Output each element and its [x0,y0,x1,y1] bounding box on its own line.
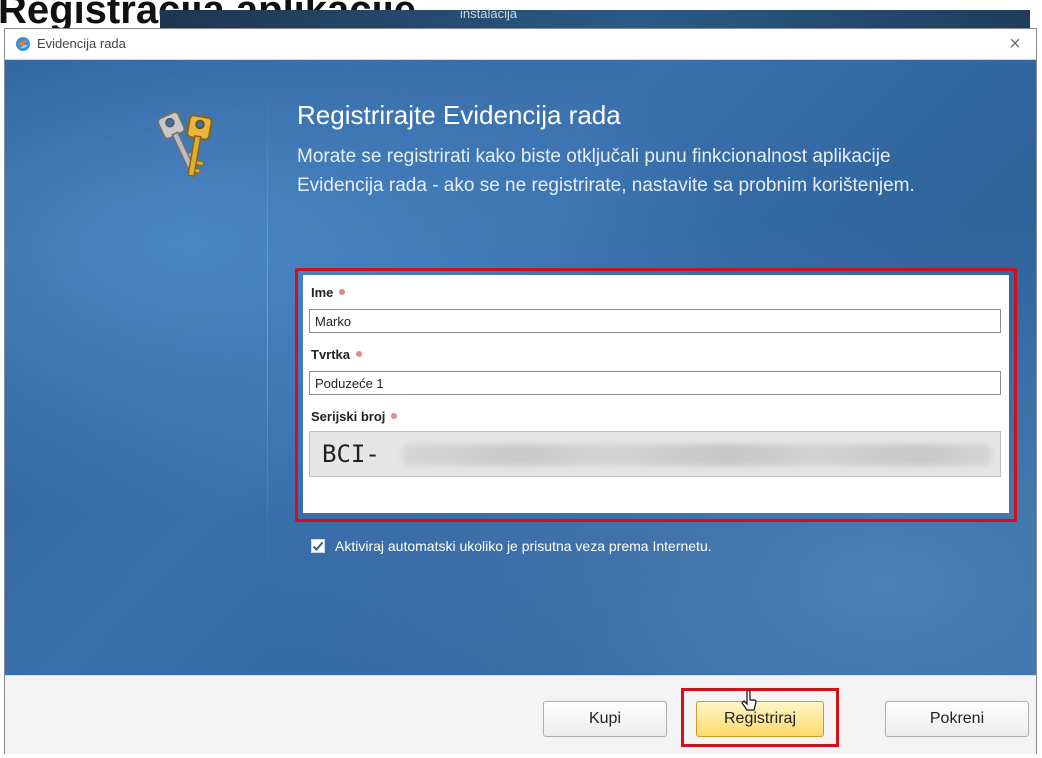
close-icon: × [1009,32,1021,55]
company-label: Tvrtka [311,347,363,362]
auto-activate-checkbox[interactable] [311,539,325,553]
window-title: Evidencija rada [37,36,126,51]
company-input[interactable] [309,371,1001,395]
dialog-heading: Registrirajte Evidencija rada [297,100,621,130]
dialog-footer: Kupi Registriraj Pokreni [5,675,1036,754]
run-button[interactable]: Pokreni [885,701,1029,737]
mouse-cursor-icon [741,690,757,711]
required-indicator [391,413,398,419]
auto-activate-row[interactable]: Aktiviraj automatski ukoliko je prisutna… [311,538,712,554]
registration-dialog: Evidencija rada × Registrirajte Evidenci… [4,28,1037,754]
dialog-content: Registrirajte Evidencija rada Morate se … [5,60,1036,675]
serial-prefix: BCI- [322,440,380,468]
name-label: Ime [311,285,346,300]
company-label-text: Tvrtka [311,347,351,362]
divider [267,80,268,580]
serial-label-text: Serijski broj [311,409,386,424]
background-tab-text: instalacija [460,6,518,21]
serial-redacted [402,444,992,466]
buy-button[interactable]: Kupi [543,701,667,737]
register-button[interactable]: Registriraj [696,701,824,737]
title-bar[interactable]: Evidencija rada × [5,29,1036,60]
required-indicator [356,351,363,357]
name-input[interactable] [309,309,1001,333]
background-banner: instalacija [160,6,1030,28]
app-logo-icon [16,37,30,51]
serial-label: Serijski broj [311,409,398,424]
name-label-text: Ime [311,285,334,300]
dialog-description: Morate se registrirati kako biste otklju… [297,146,915,196]
background-header: Registracija aplikacije instalacija [0,0,1042,28]
auto-activate-label: Aktiviraj automatski ukoliko je prisutna… [335,538,712,554]
required-indicator [339,289,346,295]
checkmark-icon [312,541,324,551]
keys-icon [156,111,213,178]
registration-form: Ime Tvrtka Serijski broj BCI- [303,275,1009,513]
close-button[interactable]: × [994,29,1036,59]
serial-number-input[interactable]: BCI- [309,431,1001,477]
